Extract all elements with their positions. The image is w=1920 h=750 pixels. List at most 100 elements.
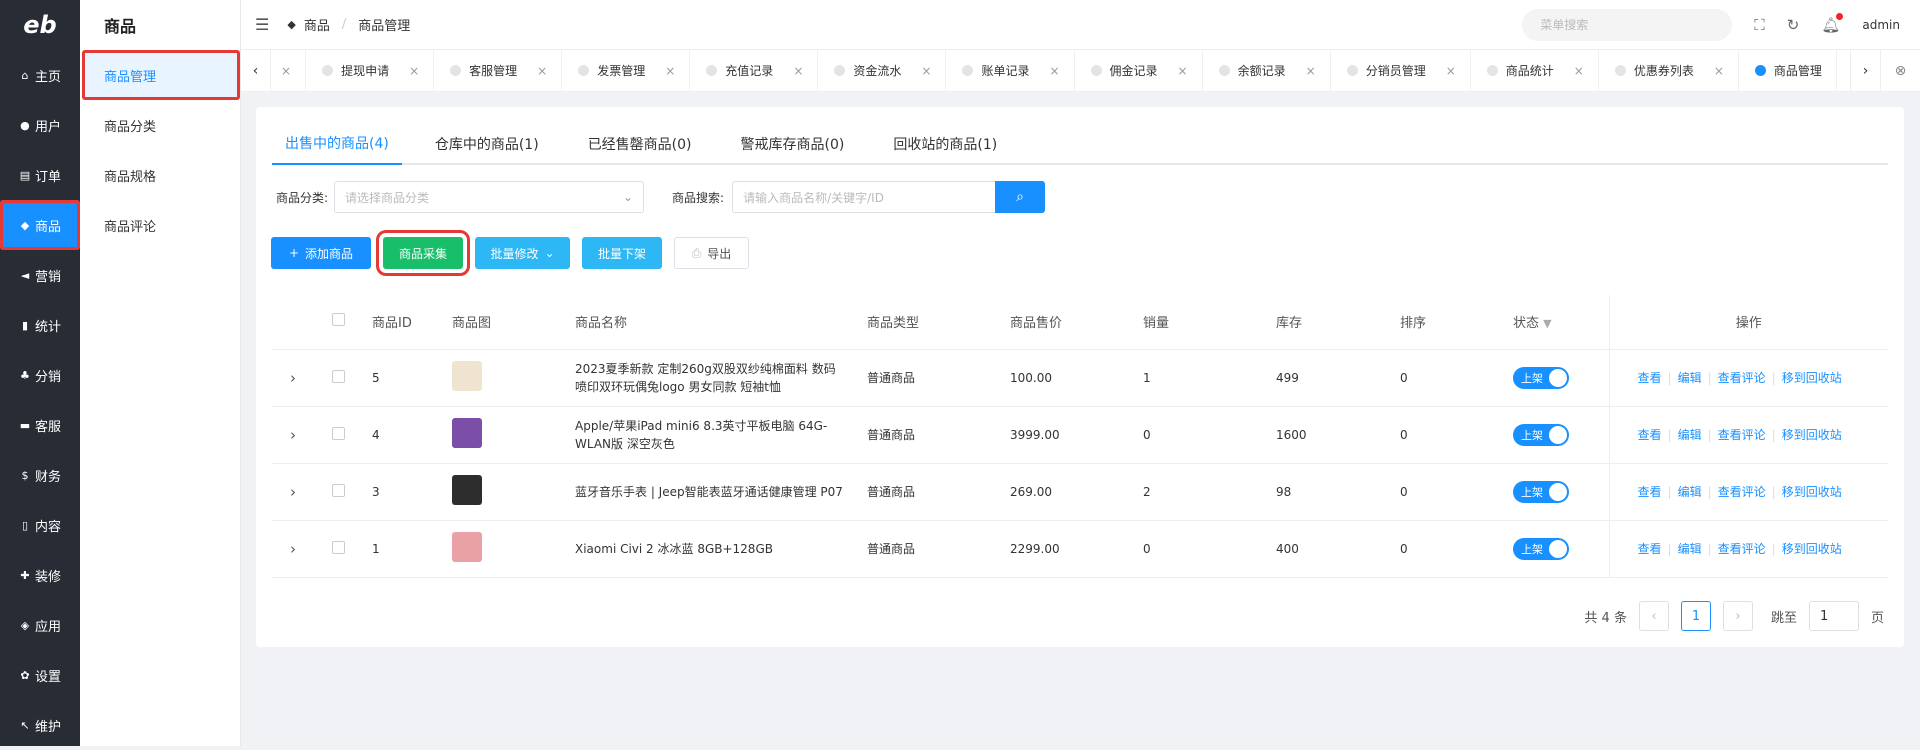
row-action-link[interactable]: 移到回收站 — [1782, 485, 1842, 499]
submenu-item[interactable]: 商品管理 — [82, 50, 240, 100]
page-tab[interactable]: 商品统计 × — [1471, 49, 1599, 92]
row-checkbox[interactable] — [332, 540, 345, 554]
jump-page-input[interactable]: 1 — [1808, 601, 1859, 631]
expand-chevron-icon[interactable]: › — [290, 369, 296, 387]
row-action-link[interactable]: 查看评论 — [1718, 542, 1766, 556]
batch-edit-button[interactable]: 批量修改 ⌄ — [475, 237, 570, 269]
product-image[interactable] — [452, 475, 482, 505]
tabs-right-arrow-icon[interactable]: › — [1850, 49, 1880, 92]
category-select[interactable]: 请选择商品分类 ⌄ — [334, 181, 645, 213]
batch-off-button[interactable]: 批量下架 — [582, 237, 662, 269]
sidebar-item[interactable]: ◆ 商品 — [0, 200, 80, 250]
sidebar-item[interactable]: ◄ 营销 — [0, 250, 80, 300]
status-switch[interactable]: 上架 — [1513, 366, 1569, 389]
close-icon[interactable]: × — [921, 64, 931, 78]
breadcrumb-item[interactable]: 商品 — [304, 15, 330, 34]
page-tab[interactable]: 分销员管理 × — [1331, 49, 1471, 92]
close-icon[interactable]: × — [793, 64, 803, 78]
close-icon[interactable]: × — [537, 64, 547, 78]
status-switch[interactable]: 上架 — [1513, 537, 1569, 560]
row-action-link[interactable]: 查看 — [1638, 428, 1662, 442]
close-icon[interactable]: × — [1049, 64, 1059, 78]
sidebar-item[interactable]: ✿ 设置 — [0, 650, 80, 700]
sidebar-item[interactable]: ▯ 内容 — [0, 500, 80, 550]
close-all-tabs-icon[interactable]: ⊗ — [1880, 49, 1920, 92]
tabs-left-arrow-icon[interactable]: ‹ — [241, 49, 271, 92]
page-tab[interactable]: 佣金记录 × — [1075, 49, 1203, 92]
product-search-input[interactable]: 请输入商品名称/关键字/ID — [732, 181, 996, 213]
product-tab[interactable]: 回收站的商品(1) — [877, 123, 1013, 165]
row-action-link[interactable]: 查看 — [1638, 371, 1662, 385]
page-tab[interactable]: 充值记录 × — [690, 49, 819, 92]
submenu-item[interactable]: 商品评论 — [80, 200, 240, 250]
user-name[interactable]: admin — [1862, 18, 1900, 32]
product-tab[interactable]: 出售中的商品(4) — [272, 123, 402, 165]
row-action-link[interactable]: 编辑 — [1678, 485, 1702, 499]
sidebar-item[interactable]: ▬ 客服 — [0, 400, 80, 450]
row-action-link[interactable]: 编辑 — [1678, 428, 1702, 442]
page-tab[interactable]: 资金流水 × — [818, 49, 947, 92]
sidebar-item[interactable]: ▤ 订单 — [0, 150, 80, 200]
sidebar-item[interactable]: ◈ 应用 — [0, 600, 80, 650]
row-action-link[interactable]: 编辑 — [1678, 371, 1702, 385]
expand-chevron-icon[interactable]: › — [290, 540, 296, 558]
menu-search-input[interactable]: 菜单搜索 — [1522, 8, 1733, 41]
page-tab[interactable]: 提现申请 × — [306, 49, 435, 92]
row-action-link[interactable]: 查看 — [1638, 542, 1662, 556]
menu-fold-icon[interactable]: ☰ — [255, 15, 269, 34]
row-action-link[interactable]: 查看评论 — [1718, 428, 1766, 442]
close-icon[interactable]: × — [1178, 64, 1188, 78]
collect-product-button[interactable]: 商品采集 — [376, 230, 470, 276]
submenu-item[interactable]: 商品规格 — [80, 150, 240, 200]
row-action-link[interactable]: 查看评论 — [1718, 485, 1766, 499]
product-image[interactable] — [452, 361, 482, 391]
sidebar-item[interactable]: ● 用户 — [0, 100, 80, 150]
next-page-button[interactable]: › — [1722, 601, 1753, 631]
page-tab[interactable]: 发票管理 × — [562, 49, 691, 92]
sidebar-item[interactable]: ⌂ 主页 — [0, 50, 80, 100]
status-switch[interactable]: 上架 — [1513, 423, 1569, 446]
submenu-item[interactable]: 商品分类 — [80, 100, 240, 150]
search-button[interactable]: ⌕ — [995, 181, 1046, 213]
close-icon[interactable]: × — [1714, 64, 1724, 78]
prev-page-button[interactable]: ‹ — [1638, 601, 1669, 631]
page-number[interactable]: 1 — [1680, 601, 1711, 631]
select-all-checkbox[interactable] — [332, 313, 345, 327]
page-tab[interactable]: × — [271, 49, 307, 92]
row-action-link[interactable]: 移到回收站 — [1782, 371, 1842, 385]
row-action-link[interactable]: 查看 — [1638, 485, 1662, 499]
row-checkbox[interactable] — [332, 426, 345, 440]
page-tab[interactable]: 优惠券列表 × — [1599, 49, 1739, 92]
product-image[interactable] — [452, 532, 482, 562]
fullscreen-icon[interactable]: ⛶ — [1754, 16, 1765, 34]
expand-chevron-icon[interactable]: › — [290, 426, 296, 444]
close-icon[interactable]: × — [281, 64, 291, 78]
close-icon[interactable]: × — [1306, 64, 1316, 78]
sidebar-item[interactable]: $ 财务 — [0, 450, 80, 500]
sidebar-item[interactable]: ↖ 维护 — [0, 700, 80, 750]
bell-icon[interactable]: 🔔︎ — [1821, 12, 1844, 34]
sidebar-item[interactable]: ♣ 分销 — [0, 350, 80, 400]
product-tab[interactable]: 仓库中的商品(1) — [419, 123, 555, 165]
row-checkbox[interactable] — [332, 483, 345, 497]
row-action-link[interactable]: 移到回收站 — [1782, 542, 1842, 556]
page-tab[interactable]: 账单记录 × — [946, 49, 1075, 92]
product-tab[interactable]: 警戒库存商品(0) — [725, 123, 861, 165]
sidebar-item[interactable]: ✚ 装修 — [0, 550, 80, 600]
row-checkbox[interactable] — [332, 369, 345, 383]
row-action-link[interactable]: 移到回收站 — [1782, 428, 1842, 442]
add-product-button[interactable]: + 添加商品 — [271, 237, 371, 269]
close-icon[interactable]: × — [409, 64, 419, 78]
expand-chevron-icon[interactable]: › — [290, 483, 296, 501]
row-action-link[interactable]: 编辑 — [1678, 542, 1702, 556]
filter-icon[interactable]: ▼ — [1543, 317, 1551, 330]
close-icon[interactable]: × — [665, 64, 675, 78]
row-action-link[interactable]: 查看评论 — [1718, 371, 1766, 385]
product-image[interactable] — [452, 418, 482, 448]
page-tab[interactable]: 商品管理 — [1739, 49, 1837, 92]
status-switch[interactable]: 上架 — [1513, 480, 1569, 503]
export-button[interactable]: ⎙ 导出 — [674, 237, 749, 269]
close-icon[interactable]: × — [1446, 64, 1456, 78]
close-icon[interactable]: × — [1574, 64, 1584, 78]
product-tab[interactable]: 已经售罄商品(0) — [572, 123, 708, 165]
